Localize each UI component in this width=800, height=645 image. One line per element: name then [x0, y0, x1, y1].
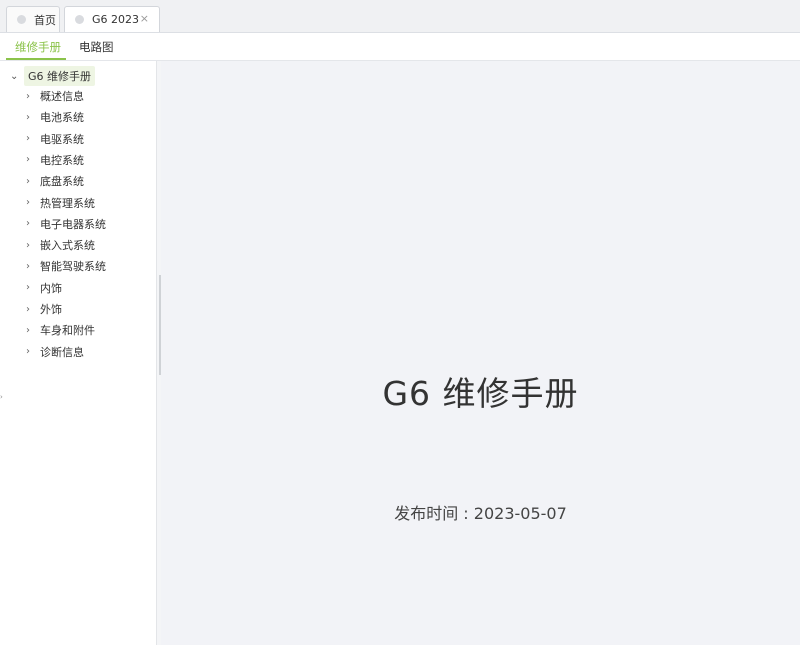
- tree-item-label: 诊断信息: [40, 345, 84, 359]
- chevron-right-icon[interactable]: ›: [26, 282, 40, 293]
- tree-item-label: 电子电器系统: [40, 217, 106, 231]
- tree-item[interactable]: › 嵌入式系统: [26, 236, 95, 254]
- tree-item[interactable]: › 电控系统: [26, 151, 84, 169]
- sidebar-tree: ⌄ G6 维修手册 › 概述信息 › 电池系统 › 电驱系统 › 电控系统 › 底盘系统 › 热管理系…: [0, 61, 157, 645]
- tree-item-label: 底盘系统: [40, 175, 84, 189]
- chevron-right-icon[interactable]: ›: [26, 176, 40, 187]
- chevron-right-icon[interactable]: ›: [26, 240, 40, 251]
- tree-item[interactable]: › 车身和附件: [26, 321, 95, 339]
- chevron-right-icon[interactable]: ›: [26, 133, 40, 144]
- tab-dot-icon: [75, 15, 84, 24]
- tree-item-label: 外饰: [40, 303, 62, 316]
- tree-item[interactable]: › 内饰: [26, 279, 62, 297]
- tree-item[interactable]: › 诊断信息: [26, 343, 84, 361]
- tree-item-label: 内饰: [40, 281, 62, 295]
- chevron-right-icon[interactable]: ›: [26, 154, 40, 165]
- chevron-right-icon[interactable]: ›: [26, 304, 40, 315]
- chevron-right-icon[interactable]: ›: [26, 346, 40, 357]
- tree-item-label: 热管理系统: [40, 196, 95, 210]
- tree-root-label: G6 维修手册: [24, 66, 96, 86]
- chevron-down-icon[interactable]: ⌄: [10, 71, 24, 82]
- subtab-circuit[interactable]: 电路图: [79, 39, 114, 55]
- tree-item-label: 智能驾驶系统: [40, 260, 106, 274]
- chevron-right-icon[interactable]: ›: [26, 91, 40, 102]
- close-icon[interactable]: ×: [140, 12, 149, 25]
- tab-g6-2023[interactable]: G6 2023 ×: [64, 6, 160, 32]
- tree-item[interactable]: › 热管理系统: [26, 194, 95, 212]
- chevron-right-icon[interactable]: ›: [26, 197, 40, 208]
- tree-item[interactable]: › 外饰: [26, 300, 62, 318]
- tab-label: 首页: [34, 13, 56, 27]
- tree-item-label: 电池系统: [40, 111, 84, 125]
- subtab-manual[interactable]: 维修手册: [15, 39, 61, 55]
- tree-item-label: 概述信息: [40, 90, 84, 103]
- chevron-right-icon[interactable]: ›: [26, 218, 40, 229]
- tree-item-label: 电控系统: [40, 153, 84, 167]
- expand-handle-icon[interactable]: ›: [0, 393, 3, 401]
- tab-label: G6 2023: [92, 13, 140, 26]
- tree-root[interactable]: ⌄ G6 维修手册: [10, 66, 96, 86]
- subtab-strip: 维修手册 电路图: [0, 33, 800, 61]
- chevron-right-icon[interactable]: ›: [26, 261, 40, 272]
- document-viewer: G6 维修手册 发布时间 : 2023-05-07: [161, 61, 800, 645]
- tree-item-label: 电驱系统: [40, 132, 84, 146]
- tree-item[interactable]: › 概述信息: [26, 87, 84, 105]
- tab-dot-icon: [17, 15, 26, 24]
- document-title: G6 维修手册: [382, 374, 579, 413]
- tree-item-label: 车身和附件: [40, 324, 95, 338]
- tree-item[interactable]: › 智能驾驶系统: [26, 257, 106, 275]
- tree-item[interactable]: › 电子电器系统: [26, 215, 106, 233]
- tree-item-label: 嵌入式系统: [40, 239, 95, 253]
- chevron-right-icon[interactable]: ›: [26, 112, 40, 123]
- active-tab-indicator: [6, 58, 66, 60]
- tree-item[interactable]: › 底盘系统: [26, 172, 84, 190]
- tree-item[interactable]: › 电驱系统: [26, 130, 84, 148]
- tab-home[interactable]: 首页: [6, 6, 60, 32]
- chevron-right-icon[interactable]: ›: [26, 325, 40, 336]
- tree-item[interactable]: › 电池系统: [26, 108, 84, 126]
- tab-bar: 首页 G6 2023 ×: [0, 0, 800, 33]
- publish-date: 发布时间 : 2023-05-07: [394, 504, 567, 523]
